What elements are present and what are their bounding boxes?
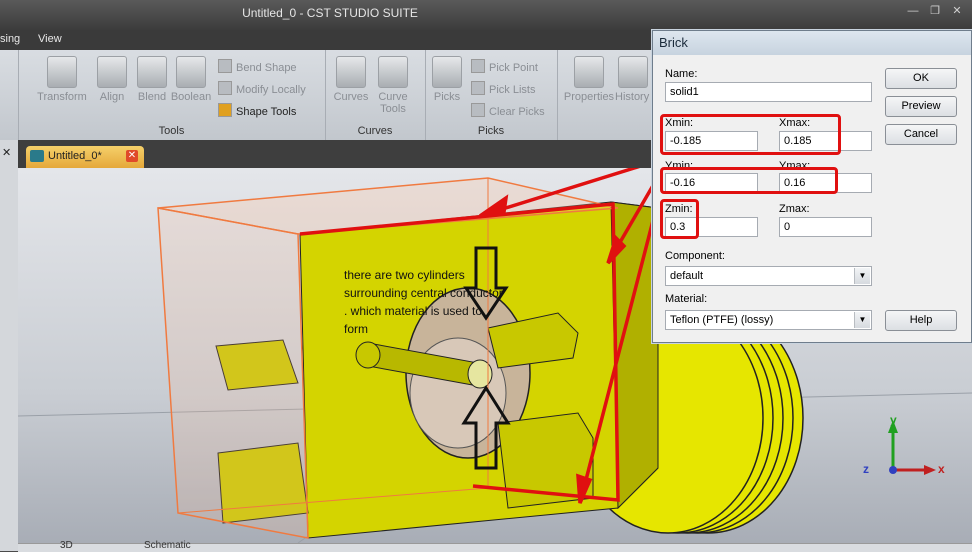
ribbon-group-label-tools: Tools (158, 125, 185, 137)
axis-label-x: x (938, 462, 945, 476)
clear-picks-icon (471, 103, 485, 117)
annotation-box-x (660, 114, 841, 155)
tab-untitled-0[interactable]: Untitled_0* ✕ (26, 146, 144, 168)
blend-icon (137, 56, 167, 88)
close-button[interactable]: ✕ (950, 5, 964, 17)
name-field[interactable] (665, 82, 872, 102)
dialog-title-bar[interactable]: Brick (653, 31, 971, 55)
modify-locally-button[interactable]: Modify Locally (218, 81, 306, 96)
pick-point-button[interactable]: Pick Point (471, 59, 538, 74)
chevron-down-icon[interactable]: ▼ (854, 268, 870, 284)
menu-item-modeling[interactable]: sing (0, 33, 20, 45)
curve-tools-icon (378, 56, 408, 88)
brick-dialog: Brick Name: Xmin: Xmax: Ymin: Ymax: Zmin… (652, 30, 972, 343)
shape-tools-button[interactable]: Shape Tools (218, 103, 296, 118)
tab-schematic[interactable]: Schematic (144, 540, 191, 551)
material-label: Material: (665, 293, 708, 305)
picks-icon (432, 56, 462, 88)
minimize-button[interactable]: — (906, 5, 920, 17)
properties-icon (574, 56, 604, 88)
component-select[interactable]: default ▼ (665, 266, 872, 286)
annotation-box-y (660, 167, 838, 194)
ok-button[interactable]: OK (885, 68, 957, 89)
annotation-text: there are two cylinders surrounding cent… (344, 268, 503, 336)
zmax-field[interactable] (779, 217, 872, 237)
close-panel-icon[interactable]: ✕ (2, 146, 11, 159)
window-title: Untitled_0 - CST STUDIO SUITE (242, 6, 418, 20)
transform-button[interactable]: Transform (36, 56, 88, 103)
ribbon-group-label-curves: Curves (357, 125, 393, 137)
curves-icon (336, 56, 366, 88)
conductor-end (355, 341, 381, 369)
menu-item-view[interactable]: View (38, 33, 62, 45)
ribbon-group-edge (0, 50, 19, 140)
preview-button[interactable]: Preview (885, 96, 957, 117)
pick-point-icon (471, 59, 485, 73)
align-icon (97, 56, 127, 88)
component-label: Component: (665, 250, 725, 262)
axis-label-y: y (890, 413, 897, 427)
help-button[interactable]: Help (885, 310, 957, 331)
boolean-icon (176, 56, 206, 88)
bend-shape-icon (218, 59, 232, 73)
material-select[interactable]: Teflon (PTFE) (lossy) ▼ (665, 310, 872, 330)
ribbon-group-label-picks: Picks (477, 125, 505, 137)
tab-3d[interactable]: 3D (60, 540, 73, 551)
ribbon-group-properties: Properties History List (557, 50, 652, 140)
history-list-button[interactable]: History List (615, 56, 651, 103)
dialog-title: Brick (659, 35, 688, 50)
pick-lists-icon (471, 81, 485, 95)
curve-tools-button[interactable]: Curve Tools (367, 56, 419, 115)
bend-shape-button[interactable]: Bend Shape (218, 59, 297, 74)
cancel-button[interactable]: Cancel (885, 124, 957, 145)
title-bar: Untitled_0 - CST STUDIO SUITE — ❐ ✕ (0, 0, 972, 30)
ribbon-group-curves: Curves Curve Tools Curves (325, 50, 426, 140)
transform-icon (47, 56, 77, 88)
clear-picks-button[interactable]: Clear Picks (471, 103, 545, 118)
brick-left (157, 207, 309, 539)
document-tab-bar: Untitled_0* ✕ (18, 140, 654, 168)
restore-button[interactable]: ❐ (928, 5, 942, 17)
annotation-box-z (660, 199, 699, 239)
zmax-label: Zmax: (779, 203, 810, 215)
boolean-button[interactable]: Boolean (165, 56, 217, 103)
modify-locally-icon (218, 81, 232, 95)
chevron-down-icon[interactable]: ▼ (854, 312, 870, 328)
shape-tools-icon (218, 103, 232, 117)
close-tab-icon[interactable]: ✕ (126, 150, 138, 162)
pick-lists-button[interactable]: Pick Lists (471, 81, 535, 96)
ribbon-group-tools: Transform Align Blend Boolean Bend Shape… (18, 50, 326, 140)
axis-label-z: z (863, 462, 869, 476)
picks-button[interactable]: Picks (421, 56, 473, 103)
ribbon-group-picks: Picks Pick Point Pick Lists Clear Picks … (425, 50, 558, 140)
left-panel-strip: ✕ (0, 140, 19, 551)
history-list-icon (618, 56, 648, 88)
name-label: Name: (665, 68, 698, 80)
axis-triad (888, 420, 936, 475)
tab-label: Untitled_0* (48, 150, 102, 162)
properties-button[interactable]: Properties (563, 56, 615, 103)
project-icon (30, 150, 44, 162)
